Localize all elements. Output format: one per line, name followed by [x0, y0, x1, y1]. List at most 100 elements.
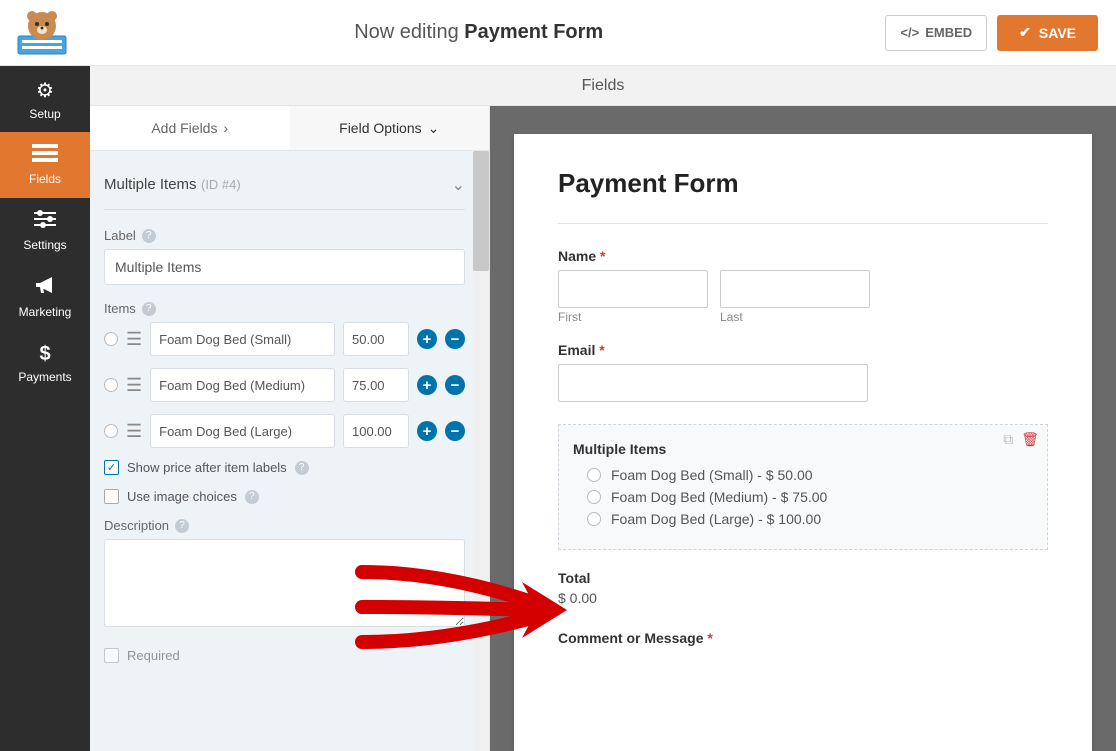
- default-radio[interactable]: [104, 424, 118, 438]
- form-name: Payment Form: [464, 21, 603, 43]
- remove-item-button[interactable]: −: [445, 421, 465, 441]
- nav-settings[interactable]: Settings: [0, 198, 90, 264]
- item-name-input[interactable]: [150, 414, 335, 448]
- required-asterisk: *: [703, 630, 712, 646]
- options-panel: Add Fields › Field Options ⌄ Multiple It…: [90, 106, 490, 751]
- bullhorn-icon: [34, 275, 56, 301]
- preview-area: Payment Form Name * First Last: [490, 106, 1116, 751]
- nav-fields[interactable]: Fields: [0, 132, 90, 198]
- default-radio[interactable]: [104, 332, 118, 346]
- scrollbar[interactable]: [473, 151, 489, 751]
- tab-add-label: Add Fields: [151, 120, 217, 136]
- required-checkbox[interactable]: [104, 648, 119, 663]
- add-item-button[interactable]: +: [417, 375, 437, 395]
- total-label: Total: [558, 570, 1048, 586]
- image-choices-checkbox[interactable]: [104, 489, 119, 504]
- show-price-checkbox[interactable]: ✓: [104, 460, 119, 475]
- required-checkbox-row: Required: [104, 648, 465, 663]
- radio-icon[interactable]: [587, 512, 601, 526]
- help-icon[interactable]: ?: [295, 461, 309, 475]
- total-value: $ 0.00: [558, 590, 1048, 606]
- help-icon[interactable]: ?: [245, 490, 259, 504]
- drag-handle-icon[interactable]: ☰: [126, 421, 142, 442]
- label-input[interactable]: [104, 249, 465, 285]
- nav-payments[interactable]: $ Payments: [0, 330, 90, 396]
- multiple-items-block[interactable]: ⧉ 🗑 Multiple Items Foam Dog Bed (Small) …: [558, 424, 1048, 550]
- required-asterisk: *: [596, 248, 605, 264]
- tab-add-fields[interactable]: Add Fields ›: [90, 106, 290, 150]
- embed-button[interactable]: </> EMBED: [885, 15, 987, 51]
- email-input[interactable]: [558, 364, 868, 402]
- item-row: ☰ + −: [104, 368, 465, 402]
- duplicate-icon[interactable]: ⧉: [1003, 431, 1013, 448]
- save-label: SAVE: [1039, 25, 1076, 41]
- trash-icon[interactable]: 🗑: [1021, 431, 1039, 448]
- editing-title: Now editing Payment Form: [72, 21, 885, 44]
- first-name-input[interactable]: [558, 270, 708, 308]
- item-price-input[interactable]: [343, 322, 409, 356]
- show-price-checkbox-row: ✓ Show price after item labels ?: [104, 460, 465, 475]
- email-label: Email *: [558, 342, 1048, 358]
- nav-rail: ⚙ Setup Fields Settings Marketing $ Paym…: [0, 66, 90, 751]
- item-row: ☰ + −: [104, 322, 465, 356]
- topbar: Now editing Payment Form </> EMBED ✔ SAV…: [0, 0, 1116, 66]
- description-input[interactable]: [104, 539, 465, 627]
- nav-marketing-label: Marketing: [19, 305, 72, 319]
- chevron-down-icon: ⌄: [428, 120, 440, 137]
- item-name-input[interactable]: [150, 368, 335, 402]
- drag-handle-icon[interactable]: ☰: [126, 375, 142, 396]
- radio-icon[interactable]: [587, 468, 601, 482]
- list-icon: [32, 144, 58, 168]
- chevron-right-icon: ›: [223, 120, 228, 136]
- required-label: Required: [127, 648, 180, 663]
- gear-icon: ⚙: [36, 78, 54, 103]
- help-icon[interactable]: ?: [142, 229, 156, 243]
- mi-option-label: Foam Dog Bed (Small) - $ 50.00: [611, 467, 813, 483]
- name-label: Name *: [558, 248, 1048, 264]
- mi-title: Multiple Items: [573, 441, 1033, 457]
- remove-item-button[interactable]: −: [445, 375, 465, 395]
- item-price-input[interactable]: [343, 414, 409, 448]
- required-asterisk: *: [595, 342, 604, 358]
- mi-option[interactable]: Foam Dog Bed (Medium) - $ 75.00: [573, 489, 1033, 505]
- item-name-input[interactable]: [150, 322, 335, 356]
- remove-item-button[interactable]: −: [445, 329, 465, 349]
- item-price-input[interactable]: [343, 368, 409, 402]
- form-title: Payment Form: [558, 168, 1048, 224]
- nav-payments-label: Payments: [18, 370, 71, 384]
- dollar-icon: $: [39, 343, 50, 366]
- section-header: Fields: [90, 66, 1116, 106]
- mi-option[interactable]: Foam Dog Bed (Large) - $ 100.00: [573, 511, 1033, 527]
- help-icon[interactable]: ?: [175, 519, 189, 533]
- last-sublabel: Last: [720, 310, 870, 324]
- tab-options-label: Field Options: [339, 120, 421, 136]
- nav-marketing[interactable]: Marketing: [0, 264, 90, 330]
- drag-handle-icon[interactable]: ☰: [126, 329, 142, 350]
- label-heading: Label ?: [104, 228, 465, 243]
- add-item-button[interactable]: +: [417, 421, 437, 441]
- group-title: Multiple Items: [104, 176, 197, 193]
- nav-setup[interactable]: ⚙ Setup: [0, 66, 90, 132]
- field-group-header[interactable]: Multiple Items (ID #4) ⌄: [104, 167, 465, 210]
- description-heading: Description ?: [104, 518, 465, 533]
- radio-icon[interactable]: [587, 490, 601, 504]
- check-icon: ✔: [1019, 24, 1031, 41]
- mi-option-label: Foam Dog Bed (Large) - $ 100.00: [611, 511, 821, 527]
- now-editing-prefix: Now editing: [354, 21, 459, 43]
- mi-option[interactable]: Foam Dog Bed (Small) - $ 50.00: [573, 467, 1033, 483]
- default-radio[interactable]: [104, 378, 118, 392]
- help-icon[interactable]: ?: [142, 302, 156, 316]
- first-sublabel: First: [558, 310, 708, 324]
- item-row: ☰ + −: [104, 414, 465, 448]
- save-button[interactable]: ✔ SAVE: [997, 15, 1098, 51]
- nav-settings-label: Settings: [23, 238, 66, 252]
- last-name-input[interactable]: [720, 270, 870, 308]
- tab-field-options[interactable]: Field Options ⌄: [290, 106, 490, 150]
- add-item-button[interactable]: +: [417, 329, 437, 349]
- group-id: (ID #4): [201, 177, 241, 192]
- scroll-thumb[interactable]: [473, 151, 489, 271]
- mi-option-label: Foam Dog Bed (Medium) - $ 75.00: [611, 489, 827, 505]
- app-logo: [12, 8, 72, 58]
- image-choices-label: Use image choices: [127, 489, 237, 504]
- comment-label: Comment or Message *: [558, 630, 1048, 646]
